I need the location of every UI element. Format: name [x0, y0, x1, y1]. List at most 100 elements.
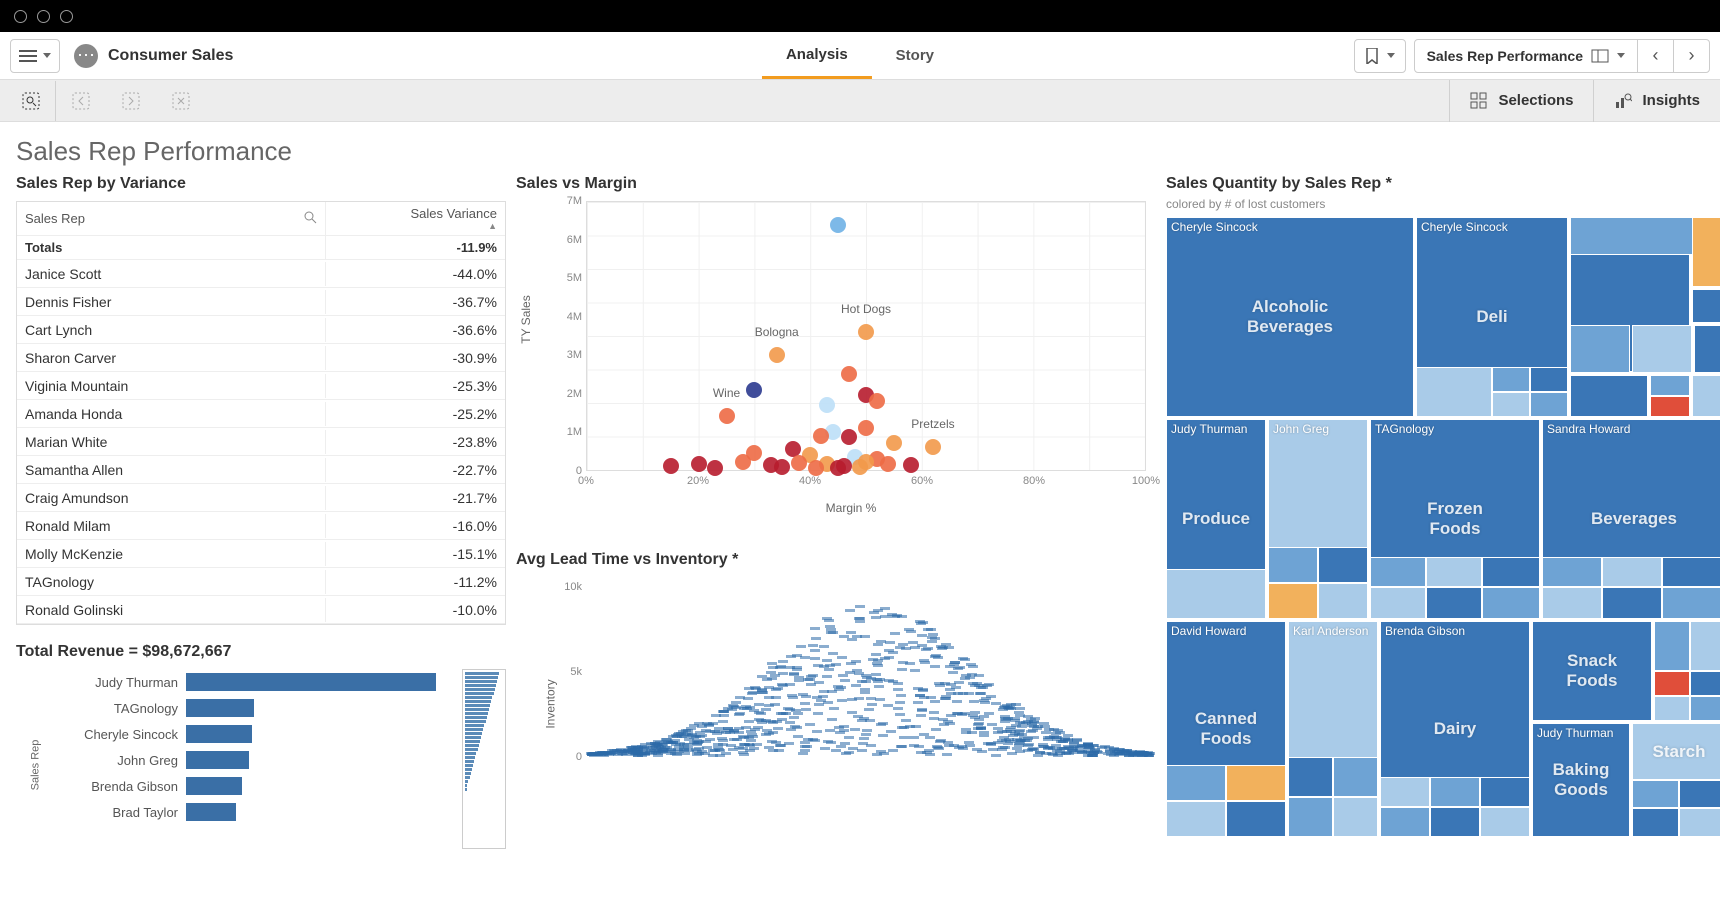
- treemap-cell[interactable]: [1602, 587, 1662, 619]
- scatter-point[interactable]: [746, 382, 762, 398]
- scatter-point[interactable]: [719, 408, 735, 424]
- treemap-cell[interactable]: [1380, 807, 1430, 837]
- bar-row[interactable]: TAGnology: [16, 695, 506, 721]
- treemap-cell[interactable]: Judy ThurmanBaking Goods: [1532, 723, 1630, 837]
- treemap-cell[interactable]: [1480, 807, 1530, 837]
- table-row[interactable]: Viginia Mountain-25.3%: [17, 372, 505, 400]
- treemap-cell[interactable]: [1482, 557, 1540, 587]
- table-row[interactable]: TAGnology-11.2%: [17, 568, 505, 596]
- bar-row[interactable]: Cheryle Sincock: [16, 721, 506, 747]
- scatter-point[interactable]: [813, 428, 829, 444]
- scatter-chart[interactable]: TY Sales 01M2M3M4M5M6M7M Hot DogsBologna…: [556, 201, 1146, 521]
- scatter-point[interactable]: [663, 458, 679, 474]
- scatter-point[interactable]: [841, 429, 857, 445]
- table-row[interactable]: Dennis Fisher-36.7%: [17, 288, 505, 316]
- table-row[interactable]: Ronald Golinski-10.0%: [17, 596, 505, 624]
- treemap-cell[interactable]: [1650, 396, 1690, 417]
- scatter-point[interactable]: [841, 366, 857, 382]
- bar-row[interactable]: Brad Taylor: [16, 799, 506, 825]
- col-header-rep[interactable]: Sales Rep: [17, 207, 325, 230]
- treemap-cell[interactable]: [1662, 587, 1720, 619]
- treemap-cell[interactable]: [1632, 808, 1679, 837]
- selections-tool-button[interactable]: Selections: [1449, 80, 1593, 122]
- treemap-cell[interactable]: [1480, 777, 1530, 807]
- search-icon[interactable]: [304, 211, 317, 224]
- scatter-point[interactable]: [830, 460, 846, 476]
- treemap-cell[interactable]: [1166, 569, 1266, 619]
- table-row[interactable]: Sharon Carver-30.9%: [17, 344, 505, 372]
- tab-story[interactable]: Story: [872, 32, 958, 79]
- treemap-cell[interactable]: [1692, 375, 1720, 417]
- treemap-cell[interactable]: [1690, 696, 1720, 721]
- window-minimize-dot[interactable]: [37, 10, 50, 23]
- treemap-cell[interactable]: [1530, 392, 1568, 417]
- treemap-cell[interactable]: [1632, 325, 1692, 373]
- scatter-point[interactable]: [858, 420, 874, 436]
- treemap-cell[interactable]: [1333, 757, 1378, 797]
- treemap-cell[interactable]: Snack Foods: [1532, 621, 1652, 721]
- scatter-point[interactable]: [819, 397, 835, 413]
- treemap-cell[interactable]: [1650, 375, 1690, 396]
- treemap-cell[interactable]: [1226, 765, 1286, 801]
- treemap-cell[interactable]: [1542, 557, 1602, 587]
- bar-row[interactable]: John Greg: [16, 747, 506, 773]
- scatter-point[interactable]: [830, 217, 846, 233]
- scatter-point[interactable]: [735, 454, 751, 470]
- step-back-button[interactable]: [56, 81, 106, 121]
- clear-selections-button[interactable]: [156, 81, 206, 121]
- treemap-cell[interactable]: [1679, 780, 1720, 808]
- scatter-point[interactable]: [858, 324, 874, 340]
- smart-search-button[interactable]: [6, 81, 56, 121]
- treemap-cell[interactable]: [1268, 547, 1318, 583]
- treemap-cell[interactable]: [1570, 325, 1630, 373]
- col-header-variance[interactable]: Sales Variance ▲: [325, 202, 505, 235]
- treemap-cell[interactable]: [1426, 557, 1482, 587]
- treemap-cell[interactable]: [1662, 557, 1720, 587]
- treemap-cell[interactable]: [1288, 797, 1333, 837]
- scatter-point[interactable]: [852, 459, 868, 475]
- tab-analysis[interactable]: Analysis: [762, 32, 872, 79]
- treemap-cell[interactable]: [1370, 587, 1426, 619]
- scatter-point[interactable]: [769, 347, 785, 363]
- bar-minimap[interactable]: [462, 669, 506, 849]
- treemap-cell[interactable]: [1416, 367, 1492, 417]
- treemap-cell[interactable]: [1333, 797, 1378, 837]
- treemap-cell[interactable]: [1318, 583, 1368, 619]
- treemap-cell[interactable]: [1166, 765, 1226, 801]
- treemap-cell[interactable]: [1380, 777, 1430, 807]
- treemap-cell[interactable]: [1654, 671, 1690, 696]
- scatter-point[interactable]: [886, 435, 902, 451]
- treemap-cell[interactable]: [1679, 808, 1720, 837]
- treemap-cell[interactable]: [1632, 780, 1679, 808]
- bar-row[interactable]: Judy Thurman: [16, 669, 506, 695]
- step-forward-button[interactable]: [106, 81, 156, 121]
- treemap-cell[interactable]: [1692, 217, 1720, 287]
- treemap-cell[interactable]: [1654, 696, 1690, 721]
- scatter-point[interactable]: [691, 456, 707, 472]
- treemap-cell[interactable]: [1492, 367, 1530, 392]
- scatter-point[interactable]: [880, 456, 896, 472]
- treemap-cell[interactable]: [1692, 289, 1720, 323]
- treemap-cell[interactable]: [1166, 801, 1226, 837]
- treemap-chart[interactable]: Cheryle SincockAlcoholic BeveragesCheryl…: [1166, 217, 1720, 837]
- table-row[interactable]: Samantha Allen-22.7%: [17, 456, 505, 484]
- treemap-cell[interactable]: [1530, 367, 1568, 392]
- treemap-cell[interactable]: [1226, 801, 1286, 837]
- insights-button[interactable]: Insights: [1593, 80, 1720, 122]
- treemap-cell[interactable]: [1654, 621, 1690, 671]
- treemap-cell[interactable]: Cheryle SincockAlcoholic Beverages: [1166, 217, 1414, 417]
- table-row[interactable]: Cart Lynch-36.6%: [17, 316, 505, 344]
- treemap-cell[interactable]: [1690, 621, 1720, 671]
- treemap-cell[interactable]: [1482, 587, 1540, 619]
- next-sheet-button[interactable]: ›: [1673, 40, 1709, 72]
- window-close-dot[interactable]: [14, 10, 27, 23]
- table-row[interactable]: Marian White-23.8%: [17, 428, 505, 456]
- scatter-point[interactable]: [925, 439, 941, 455]
- treemap-cell[interactable]: [1426, 587, 1482, 619]
- scatter-point[interactable]: [791, 455, 807, 471]
- sheet-switcher-button[interactable]: Sales Rep Performance: [1415, 40, 1637, 72]
- treemap-cell[interactable]: [1542, 587, 1602, 619]
- scatter-point[interactable]: [903, 457, 919, 473]
- treemap-cell[interactable]: [1690, 671, 1720, 696]
- leadtime-chart[interactable]: Inventory 05k10k: [556, 577, 1146, 777]
